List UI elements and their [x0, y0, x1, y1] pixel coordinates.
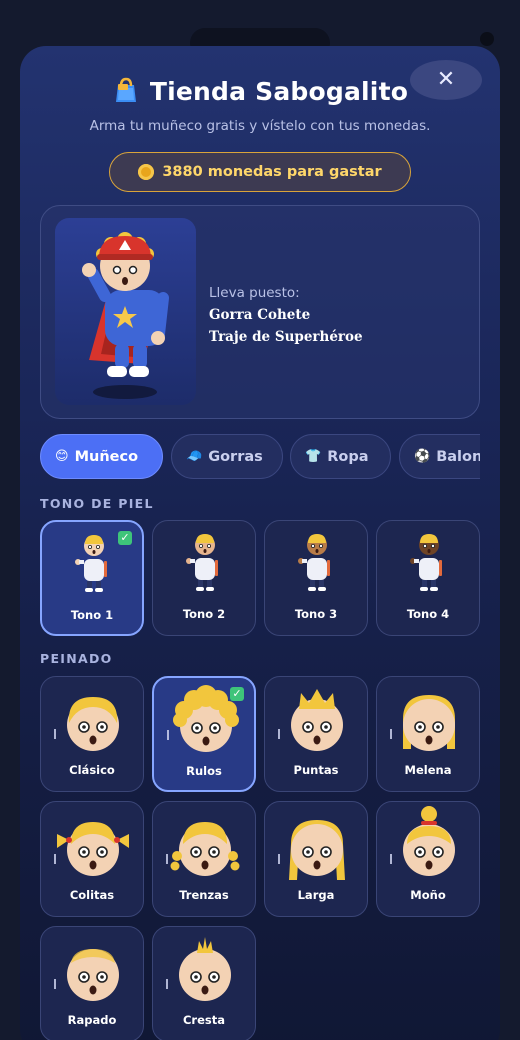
avatar-thumbnail — [298, 534, 330, 591]
option-label: Puntas — [293, 763, 339, 777]
section-title-hair: PEINADO — [40, 651, 113, 666]
option-label: Tono 1 — [70, 608, 114, 622]
category-tabs: 😊 Muñeco 🧢 Gorras 👕 Ropa ⚽ Balones — [40, 434, 480, 480]
tab-label: Ropa — [327, 448, 369, 465]
tab-ropa[interactable]: 👕 Ropa — [290, 434, 391, 479]
option-label: Moño — [410, 888, 446, 902]
avatar-preview-image — [82, 232, 169, 399]
wearing-info: Lleva puesto: Gorra Cohete Traje de Supe… — [209, 282, 363, 348]
hairstyle-option[interactable]: ✓ Rulos — [152, 676, 256, 792]
hairstyle-option[interactable]: Larga — [264, 801, 368, 917]
avatar-thumbnail — [75, 535, 107, 592]
hairstyle-option[interactable]: Melena — [376, 676, 480, 792]
hairstyle-option[interactable]: Colitas — [40, 801, 144, 917]
option-label: Melena — [404, 763, 452, 777]
shopping-bag-icon — [112, 76, 140, 104]
tab-label: Gorras — [208, 448, 263, 465]
option-label: Colitas — [69, 888, 115, 902]
hairstyle-option[interactable]: Puntas — [264, 676, 368, 792]
avatar-preview-panel: Lleva puesto: Gorra Cohete Traje de Supe… — [40, 205, 480, 419]
avatar-thumbnail — [410, 534, 442, 591]
ball-icon: ⚽ — [414, 449, 431, 464]
option-label: Rulos — [186, 764, 222, 778]
hairstyle-option[interactable]: Cresta — [152, 926, 256, 1040]
avatar-thumbnail — [186, 534, 218, 591]
page-title: Tienda Sabogalito — [20, 76, 500, 106]
option-label: Larga — [297, 888, 335, 902]
option-label: Tono 2 — [182, 607, 226, 621]
coin-icon — [138, 164, 155, 180]
worn-item: Traje de Superhéroe — [209, 329, 363, 345]
background-dot — [480, 32, 494, 46]
worn-item: Gorra Cohete — [209, 307, 311, 323]
tab-muneco[interactable]: 😊 Muñeco — [40, 434, 163, 479]
hairstyle-thumbnail — [291, 689, 343, 751]
subtitle: Arma tu muñeco gratis y vístelo con tus … — [89, 118, 431, 134]
skin-tone-option[interactable]: ✓ Tono 1 — [40, 520, 144, 636]
skin-tone-option[interactable]: Tono 2 — [152, 520, 256, 636]
skin-tone-option[interactable]: Tono 3 — [264, 520, 368, 636]
hairstyle-thumbnail — [57, 822, 129, 876]
option-label: Cresta — [182, 1013, 225, 1027]
option-label: Tono 4 — [406, 607, 450, 621]
option-label: Rapado — [67, 1013, 117, 1027]
shirt-icon: 👕 — [305, 449, 322, 464]
smiley-icon: 😊 — [55, 449, 69, 464]
option-label: Trenzas — [179, 888, 229, 902]
title-text: Tienda Sabogalito — [149, 77, 409, 106]
tab-label: Balones — [436, 448, 480, 465]
hairstyle-thumbnail — [289, 820, 345, 880]
option-label: Clásico — [69, 763, 115, 777]
avatar-preview-frame — [55, 218, 196, 405]
hairstyle-option[interactable]: Clásico — [40, 676, 144, 792]
hairstyle-thumbnail — [170, 822, 240, 876]
skin-tone-option[interactable]: Tono 4 — [376, 520, 480, 636]
shop-modal: ✕ Tienda Sabogalito Arma tu muñeco grati… — [20, 46, 500, 1040]
tab-label: Muñeco — [74, 448, 139, 465]
section-title-skin: TONO DE PIEL — [40, 496, 154, 511]
hairstyle-thumbnail — [173, 685, 239, 752]
hairstyle-option[interactable]: Moño — [376, 801, 480, 917]
hairstyle-thumbnail — [67, 949, 119, 1001]
tab-gorras[interactable]: 🧢 Gorras — [171, 434, 283, 479]
option-label: Tono 3 — [294, 607, 338, 621]
hairstyle-option[interactable]: Rapado — [40, 926, 144, 1040]
cap-icon: 🧢 — [186, 449, 203, 464]
coin-balance-badge: 3880 monedas para gastar — [109, 152, 411, 192]
hairstyle-option[interactable]: Trenzas — [152, 801, 256, 917]
hairstyle-thumbnail — [403, 695, 455, 751]
coin-balance-text: 3880 monedas para gastar — [162, 164, 382, 180]
hairstyle-thumbnail — [67, 697, 119, 751]
hairstyle-thumbnail — [179, 937, 231, 1001]
hairstyle-thumbnail — [403, 806, 455, 876]
tab-balones[interactable]: ⚽ Balones — [399, 434, 480, 479]
wearing-label: Lleva puesto: — [209, 285, 300, 301]
